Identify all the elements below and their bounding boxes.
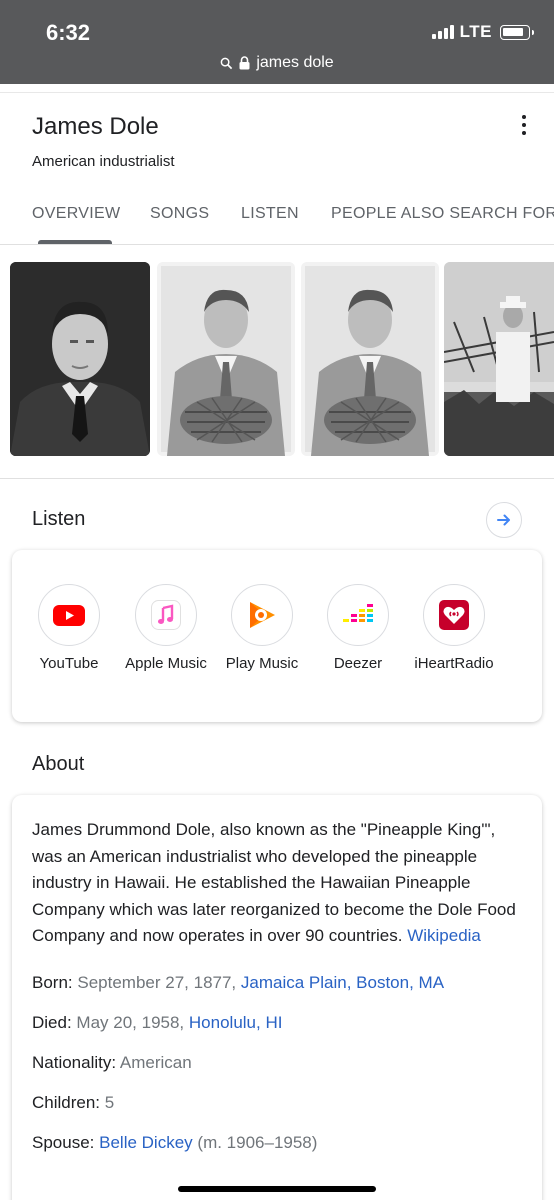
spouse-link[interactable]: Belle Dickey [99, 1133, 193, 1152]
provider-youtube[interactable]: YouTube [21, 584, 117, 674]
photo-portrait[interactable] [10, 262, 150, 456]
deezer-icon [343, 604, 373, 622]
knowledge-panel-header: James Dole American industrialist OVERVI… [0, 92, 554, 245]
iheartradio-icon [439, 600, 469, 630]
about-card: James Drummond Dole, also known as the "… [12, 795, 542, 1200]
search-icon [220, 57, 233, 69]
fact-born: Born: September 27, 1877, Jamaica Plain,… [32, 973, 445, 992]
about-heading: About [32, 753, 85, 775]
entity-title: James Dole [32, 113, 159, 140]
status-icons: LTE [431, 22, 534, 42]
address-query: james dole [256, 54, 334, 71]
tab-bar: OVERVIEW SONGS LISTEN PEOPLE ALSO SEARCH… [0, 193, 554, 245]
provider-label: iHeartRadio [414, 655, 494, 672]
divider [0, 478, 554, 479]
status-bar: 6:32 LTE james dole [0, 0, 554, 84]
provider-apple-music[interactable]: Apple Music [118, 584, 214, 674]
apple-music-icon [151, 600, 181, 630]
listen-heading: Listen [32, 508, 86, 530]
provider-label: Deezer [333, 655, 383, 672]
provider-label: YouTube [39, 655, 99, 672]
home-indicator[interactable] [178, 1186, 376, 1192]
photo-in-field[interactable] [444, 262, 554, 456]
play-music-icon [250, 602, 275, 628]
youtube-icon [53, 605, 85, 626]
listen-card: YouTube Apple Music Play Music Deezer iH… [12, 550, 542, 722]
provider-label: Play Music [225, 655, 299, 672]
battery-icon [500, 24, 534, 40]
clock: 6:32 [46, 20, 91, 45]
provider-play-music[interactable]: Play Music [214, 584, 310, 674]
tab-listen[interactable]: LISTEN [241, 205, 299, 223]
photo-with-pineapple-2[interactable] [301, 262, 439, 456]
image-strip [0, 262, 554, 458]
about-description: James Drummond Dole, also known as the "… [32, 820, 516, 945]
tab-people-also-search-for[interactable]: PEOPLE ALSO SEARCH FOR [331, 205, 554, 223]
provider-deezer[interactable]: Deezer [310, 584, 406, 674]
fact-children: Children: 5 [32, 1093, 115, 1112]
provider-label: Apple Music [125, 655, 207, 672]
more-options-icon[interactable] [518, 115, 530, 135]
photo-with-pineapple-1[interactable] [157, 262, 295, 456]
entity-subtitle: American industrialist [32, 153, 175, 170]
died-place-link[interactable]: Honolulu, HI [189, 1013, 283, 1032]
tab-overview[interactable]: OVERVIEW [32, 205, 120, 223]
lock-icon [239, 56, 250, 70]
born-place-link[interactable]: Jamaica Plain, Boston, MA [241, 973, 444, 992]
fact-nationality: Nationality: American [32, 1053, 192, 1072]
provider-iheartradio[interactable]: iHeartRadio [406, 584, 502, 674]
tab-songs[interactable]: SONGS [150, 205, 209, 223]
arrow-right-icon [497, 514, 510, 526]
tab-active-indicator [38, 240, 112, 244]
address-bar[interactable]: james dole [0, 54, 554, 72]
wikipedia-link[interactable]: Wikipedia [407, 926, 481, 945]
fact-died: Died: May 20, 1958, Honolulu, HI [32, 1013, 283, 1032]
listen-more-button[interactable] [486, 502, 522, 538]
signal-icon [431, 25, 454, 39]
network-type: LTE [459, 22, 492, 41]
fact-spouse: Spouse: Belle Dickey (m. 1906–1958) [32, 1133, 318, 1152]
